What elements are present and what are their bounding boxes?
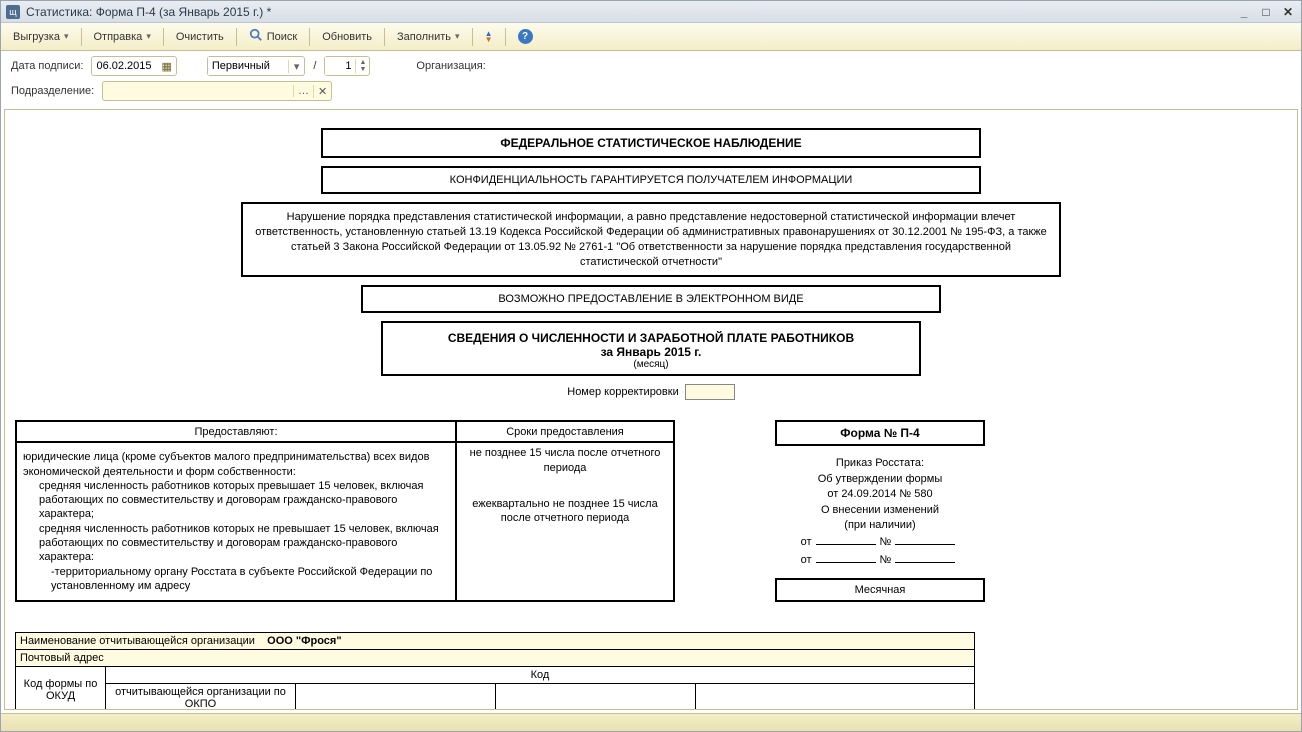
document-area[interactable]: ФЕДЕРАЛЬНОЕ СТАТИСТИЧЕСКОЕ НАБЛЮДЕНИЕ КО… <box>4 109 1298 710</box>
box-electronic: ВОЗМОЖНО ПРЕДОСТАВЛЕНИЕ В ЭЛЕКТРОННОМ ВИ… <box>361 285 941 313</box>
info-period: за Январь 2015 г. <box>393 345 909 359</box>
date-field[interactable]: ▦ <box>91 56 176 76</box>
provide-cell: юридические лица (кроме субъектов малого… <box>16 442 456 601</box>
window-title: Статистика: Форма П-4 (за Январь 2015 г.… <box>26 5 271 19</box>
separator <box>163 28 164 46</box>
clear-icon[interactable]: ✕ <box>313 85 331 98</box>
okud-label: Код формы по ОКУД <box>16 667 106 710</box>
updown-icon: ▲▼ <box>485 31 493 43</box>
chevron-down-icon: ▾ <box>64 31 69 42</box>
gap <box>675 420 775 602</box>
separator <box>472 28 473 46</box>
subdiv-input[interactable] <box>103 82 293 100</box>
params-row-2: Подразделение: … ✕ <box>1 81 1301 106</box>
post-addr-label: Почтовый адрес <box>20 652 104 664</box>
type-input[interactable] <box>208 57 288 75</box>
layout-3col: Предоставляют: Сроки предоставления юрид… <box>15 420 1287 602</box>
org-name-value: ООО "Фрося" <box>267 635 341 647</box>
box-confidential: КОНФИДЕНЦИАЛЬНОСТЬ ГАРАНТИРУЕТСЯ ПОЛУЧАТ… <box>321 166 981 194</box>
down-icon[interactable]: ▼ <box>359 66 366 73</box>
form-meta: Форма № П-4 Приказ Росстата: Об утвержде… <box>775 420 985 602</box>
correction-input[interactable] <box>685 384 735 400</box>
separator <box>81 28 82 46</box>
export-button[interactable]: Выгрузка▾ <box>6 26 76 48</box>
document-body: ФЕДЕРАЛЬНОЕ СТАТИСТИЧЕСКОЕ НАБЛЮДЕНИЕ КО… <box>5 110 1297 710</box>
date-line-1: от№ <box>775 533 985 550</box>
org-label: Организация: <box>416 60 485 72</box>
correction-row: Номер корректировки <box>15 384 1287 400</box>
okpo-label: отчитывающейся организации по ОКПО <box>106 684 296 710</box>
chevron-down-icon: ▾ <box>455 31 460 42</box>
fill-button[interactable]: Заполнить▾ <box>390 26 467 48</box>
chevron-down-icon[interactable]: ▾ <box>288 60 305 73</box>
sort-button[interactable]: ▲▼ <box>478 26 500 48</box>
box-warning: Нарушение порядка представления статисти… <box>241 202 1061 277</box>
subdiv-field[interactable]: … ✕ <box>102 81 332 101</box>
subdiv-label: Подразделение: <box>11 85 94 97</box>
clear-button[interactable]: Очистить <box>169 26 231 48</box>
post-addr-row: Почтовый адрес <box>16 650 975 667</box>
date-line-2: от№ <box>775 551 985 568</box>
empty-cell <box>696 684 975 710</box>
send-button[interactable]: Отправка▾ <box>87 26 158 48</box>
provide-header: Предоставляют: <box>16 421 456 442</box>
calendar-icon[interactable]: ▦ <box>157 60 175 73</box>
slash-label: / <box>313 60 316 72</box>
box-info: СВЕДЕНИЯ О ЧИСЛЕННОСТИ И ЗАРАБОТНОЙ ПЛАТ… <box>381 321 921 376</box>
maximize-button[interactable]: □ <box>1258 4 1274 20</box>
seq-input[interactable] <box>325 57 355 75</box>
org-name-row: Наименование отчитывающейся организации … <box>16 633 975 650</box>
deadline-header: Сроки предоставления <box>456 421 674 442</box>
seq-spin[interactable]: ▲▼ <box>324 56 370 76</box>
separator <box>384 28 385 46</box>
order-info: Приказ Росстата: Об утверждении формы от… <box>775 456 985 568</box>
date-label: Дата подписи: <box>11 60 83 72</box>
correction-label: Номер корректировки <box>567 386 678 398</box>
periodicity: Месячная <box>775 578 985 602</box>
close-button[interactable]: ✕ <box>1280 4 1296 20</box>
deadline-cell: не позднее 15 числа после отчетного пери… <box>456 442 674 601</box>
app-window: щ Статистика: Форма П-4 (за Январь 2015 … <box>0 0 1302 732</box>
help-button[interactable]: ? <box>511 26 540 48</box>
form-number: Форма № П-4 <box>775 420 985 446</box>
separator <box>505 28 506 46</box>
type-combo[interactable]: ▾ <box>207 56 306 76</box>
search-icon <box>249 28 263 45</box>
status-bar <box>1 713 1301 731</box>
up-icon[interactable]: ▲ <box>359 59 366 66</box>
chevron-down-icon: ▾ <box>146 31 151 42</box>
find-button[interactable]: Поиск <box>242 26 304 48</box>
toolbar: Выгрузка▾ Отправка▾ Очистить Поиск Обнов… <box>1 23 1301 51</box>
separator <box>236 28 237 46</box>
org-name-label: Наименование отчитывающейся организации <box>20 635 255 647</box>
info-title: СВЕДЕНИЯ О ЧИСЛЕННОСТИ И ЗАРАБОТНОЙ ПЛАТ… <box>393 331 909 345</box>
help-icon: ? <box>518 29 533 44</box>
empty-cell <box>296 684 496 710</box>
ellipsis-icon[interactable]: … <box>293 85 313 97</box>
box-federal: ФЕДЕРАЛЬНОЕ СТАТИСТИЧЕСКОЕ НАБЛЮДЕНИЕ <box>321 128 981 158</box>
params-row-1: Дата подписи: ▦ ▾ / ▲▼ Организация: <box>1 51 1301 81</box>
empty-cell <box>496 684 696 710</box>
titlebar: щ Статистика: Форма П-4 (за Январь 2015 … <box>1 1 1301 23</box>
info-note: (месяц) <box>393 359 909 370</box>
app-icon: щ <box>6 5 20 19</box>
table-org: Наименование отчитывающейся организации … <box>15 632 975 710</box>
separator <box>309 28 310 46</box>
refresh-button[interactable]: Обновить <box>315 26 379 48</box>
minimize-button[interactable]: _ <box>1236 4 1252 20</box>
table-provide: Предоставляют: Сроки предоставления юрид… <box>15 420 675 602</box>
code-header: Код <box>106 667 975 684</box>
date-input[interactable] <box>92 57 157 75</box>
